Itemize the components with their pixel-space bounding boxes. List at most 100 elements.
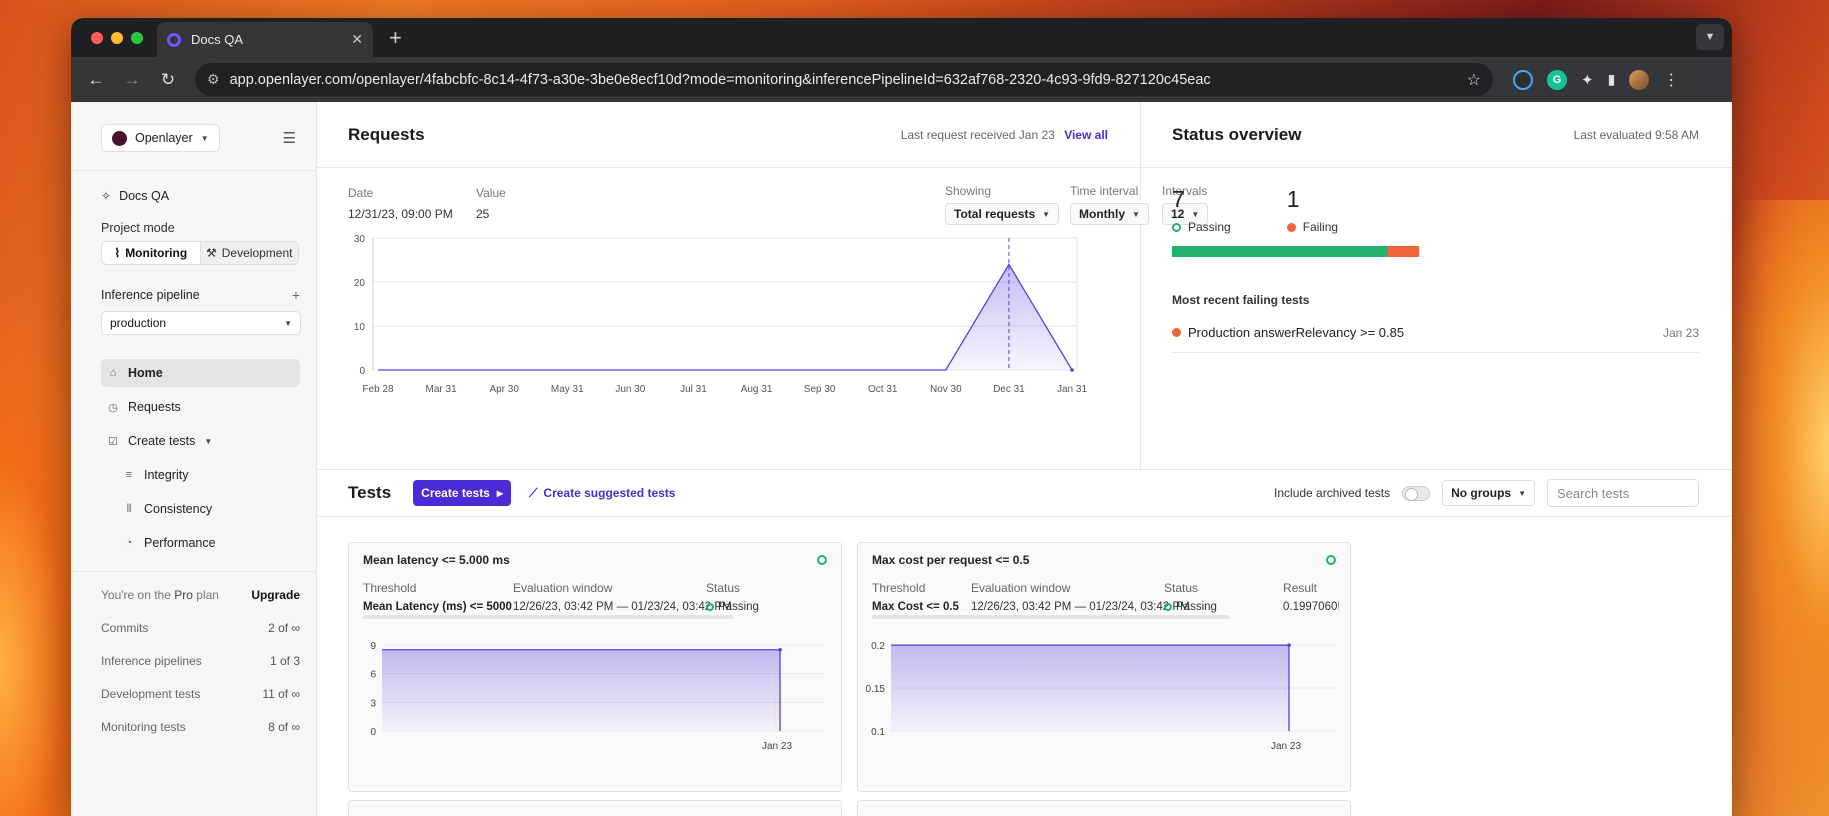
side-panel-icon[interactable]: ▮ [1608,71,1616,88]
test-card[interactable]: Max cost per request <= 0.5 Threshold Ma… [857,542,1351,792]
window-controls [91,31,143,44]
tab-close-icon[interactable]: ✕ [351,31,363,48]
data-point [778,647,782,652]
main-content: Requests Last request received Jan 23 Vi… [317,102,1732,816]
status-text: Passing [718,601,759,613]
failing-test-name: Production answerRelevancy >= 0.85 [1188,325,1405,340]
minimize-window-button[interactable] [111,31,123,44]
include-archived-label: Include archived tests [1274,486,1391,500]
sidebar-item-label: Performance [144,536,216,550]
test-card-partial[interactable] [348,800,842,816]
window-label: Evaluation window [513,581,613,595]
new-tab-icon[interactable]: + [389,25,402,51]
y-tick-label: 20 [354,278,366,289]
passing-icon [1164,603,1172,611]
sidebar-item-create-tests[interactable]: ☑ Create tests ▼ [101,427,300,455]
search-tests-input[interactable] [1547,479,1699,507]
menu-icon[interactable]: ☰ [283,129,296,147]
sidebar-item-performance[interactable]: ◔ Performance [101,529,300,557]
bookmark-star-icon[interactable]: ☆ [1467,70,1481,90]
view-all-link[interactable]: View all [1064,128,1108,142]
x-tick-label: May 31 [551,384,584,395]
status-text: Passing [1176,601,1217,613]
test-card-partial[interactable] [857,800,1351,816]
test-card-header: Max cost per request <= 0.5 [858,543,1350,577]
sidebar-item-label: Requests [128,400,181,414]
tests-title: Tests [348,483,392,502]
groups-value: No groups [1451,486,1512,500]
url-field[interactable]: ⚙ app.openlayer.com/openlayer/4fabcbfc-8… [195,63,1493,96]
requests-stats: Date 12/31/23, 09:00 PM Value 25 Showing… [317,168,1209,228]
showing-dropdown[interactable]: Total requests ▼ [945,203,1060,225]
tab-search-chevron-icon[interactable]: ▼ [1696,24,1724,50]
grammarly-icon[interactable]: G [1547,69,1567,90]
caret-down-icon: ▼ [1132,209,1140,219]
sidebar-item-consistency[interactable]: ⦀ Consistency [101,495,300,523]
y-tick-label: 0.2 [871,641,885,652]
org-name: Openlayer [135,131,193,145]
project-name-row[interactable]: ✧ Docs QA [101,189,300,203]
mode-development[interactable]: ⚒ Development [200,242,298,264]
project-name: Docs QA [119,189,170,203]
profile-avatar[interactable] [1629,69,1650,90]
date-label: Date [348,186,374,200]
divider [71,170,316,171]
status-col: Status Passing [1164,581,1217,613]
window-value: 12/26/23, 03:42 PM — 01/23/24, 03:42 PM [971,601,1190,613]
window-col: Evaluation window 12/26/23, 03:42 PM — 0… [971,581,1190,613]
passing-icon [1326,555,1336,565]
create-suggested-tests-button[interactable]: ⟋ Create suggested tests [529,486,675,501]
extensions-puzzle-icon[interactable]: ✦ [1581,71,1594,89]
groups-dropdown[interactable]: No groups ▼ [1442,480,1535,506]
test-card[interactable]: Mean latency <= 5.000 ms Threshold Mean … [348,542,842,792]
requests-chart[interactable]: 0 10 20 30 Feb 28 Mar 31 Apr 30 May 31 Jun 30 Jul… [337,228,1127,428]
maximize-window-button[interactable] [131,31,143,44]
browser-menu-icon[interactable]: ⋮ [1663,70,1679,90]
sidebar-item-label: Home [128,366,163,380]
caret-down-icon: ▼ [284,318,292,328]
failing-label: Failing [1302,220,1339,234]
threshold-text: Mean Latency (ms) <= 5000 [363,601,512,613]
reload-icon[interactable]: ↻ [153,65,183,95]
latency-chart[interactable]: 0 3 6 9 Jan 23 [349,629,843,789]
back-icon[interactable]: ← [81,65,111,95]
extension-a-icon[interactable] [1513,69,1533,90]
pipeline-value: production [110,316,167,330]
forward-icon[interactable]: → [117,65,147,95]
date-stat: Date 12/31/23, 09:00 PM [348,186,453,221]
sidebar-item-integrity[interactable]: ≡ Integrity [101,461,300,489]
org-switcher[interactable]: Openlayer ▼ [101,124,220,152]
sidebar-item-requests[interactable]: ◷ Requests [101,393,300,421]
site-settings-icon[interactable]: ⚙ [207,71,220,88]
sidebar-item-home[interactable]: ⌂ Home [101,359,300,387]
y-tick-label: 3 [370,698,376,709]
interval-dropdown[interactable]: Monthly ▼ [1070,203,1149,225]
close-window-button[interactable] [91,31,103,44]
pipeline-select[interactable]: production ▼ [101,311,301,335]
home-icon: ⌂ [109,367,117,379]
threshold-text: Max Cost <= 0.5 [872,601,959,613]
mode-monitoring[interactable]: ⌇ Monitoring [102,242,201,264]
add-pipeline-icon[interactable]: + [292,287,300,303]
ratio-pass-segment [1172,246,1389,257]
y-tick-label: 0 [359,366,365,377]
gauge-icon: ◔ [125,537,133,549]
status-value: Passing [706,601,759,613]
checkbox-icon: ☑ [108,435,118,448]
create-tests-button[interactable]: Create tests ▶ [413,480,512,506]
y-tick-label: 0 [370,727,376,738]
activity-icon: ⌇ [114,246,121,260]
interval-value: Monthly [1079,207,1125,221]
status-label: Status [1164,581,1199,595]
browser-tab[interactable]: Docs QA ✕ [157,22,373,57]
y-tick-label: 10 [354,322,366,333]
date-value: 12/31/23, 09:00 PM [348,207,453,221]
upgrade-link[interactable]: Upgrade [251,588,300,602]
include-archived-toggle[interactable] [1402,485,1431,501]
cost-chart[interactable]: 0.1 0.15 0.2 Jan 23 [858,629,1352,789]
org-avatar [112,130,127,146]
window-label: Evaluation window [971,581,1071,595]
x-tick-label: Jan 23 [1271,741,1301,752]
pipeline-header: Inference pipeline + [101,287,300,303]
failing-test-row[interactable]: Production answerRelevancy >= 0.85 Jan 2… [1172,325,1699,353]
